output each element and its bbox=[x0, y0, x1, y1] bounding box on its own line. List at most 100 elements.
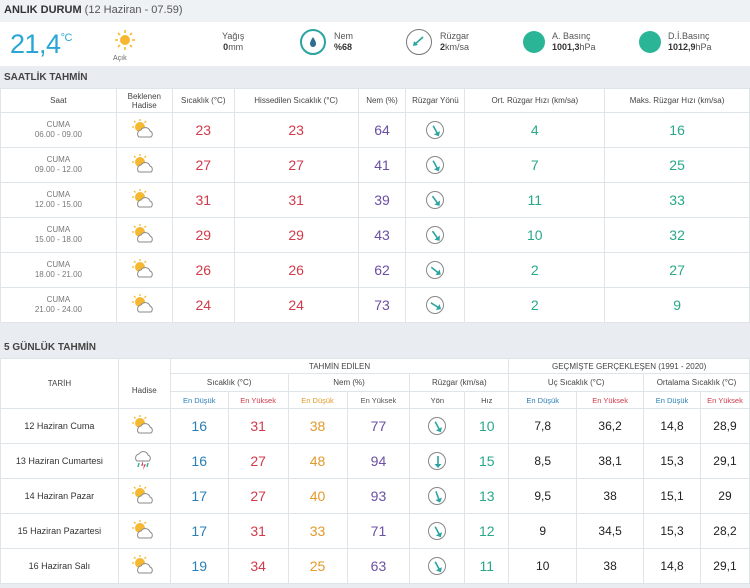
sub-temp-high: En Yüksek bbox=[227, 391, 289, 409]
wind-arrow-icon bbox=[426, 156, 445, 174]
pressure: A. Basınç 1001,3hPa bbox=[552, 31, 596, 52]
daily-group-forecast: TAHMİN EDİLEN bbox=[169, 358, 510, 374]
hourly-max-wind: 25 bbox=[604, 147, 750, 183]
hourly-time: CUMA 09.00 - 12.00 bbox=[0, 147, 117, 183]
hourly-feels: 26 bbox=[233, 252, 359, 288]
partly-cloudy-icon bbox=[132, 414, 154, 433]
daily-col-temp: Sıcaklık (°C) bbox=[169, 373, 289, 392]
daily-hum-low: 25 bbox=[287, 548, 348, 584]
daily-wind-speed: 11 bbox=[464, 548, 510, 584]
hourly-wind-dir bbox=[405, 112, 466, 148]
wind-arrow-icon bbox=[426, 226, 445, 244]
hourly-wind-dir bbox=[405, 217, 466, 253]
daily-ext-high: 38 bbox=[576, 478, 645, 514]
daily-event bbox=[117, 513, 171, 549]
wind-arrow-icon bbox=[426, 191, 445, 209]
hourly-col-feels: Hissedilen Sıcaklık (°C) bbox=[233, 88, 359, 113]
daily-row: 12 Haziran Cuma 16 31 38 77 10 7,8 36,2 14,8 28,9 bbox=[0, 408, 750, 444]
hourly-row: CUMA 09.00 - 12.00 27 27 41 7 25 bbox=[0, 147, 750, 183]
daily-hum-high: 71 bbox=[346, 513, 411, 549]
daily-avg-high: 28,9 bbox=[699, 408, 750, 444]
daily-row: 14 Haziran Pazar 17 27 40 93 13 9,5 38 15,1 29 bbox=[0, 478, 750, 514]
current-header: ANLIK DURUM (12 Haziran - 07.59) bbox=[0, 0, 750, 22]
sub-temp-low: En Düşük bbox=[169, 391, 229, 409]
pressure-icon bbox=[523, 31, 545, 53]
daily-temp-low: 16 bbox=[169, 443, 229, 479]
hourly-feels: 23 bbox=[233, 112, 359, 148]
daily-hum-low: 40 bbox=[287, 478, 348, 514]
hourly-avg-wind: 2 bbox=[464, 287, 606, 323]
daily-temp-high: 27 bbox=[227, 478, 289, 514]
daily-date: 13 Haziran Cumartesi bbox=[0, 443, 119, 479]
daily-avg-high: 29,1 bbox=[699, 548, 750, 584]
hourly-temp: 26 bbox=[171, 252, 235, 288]
daily-hum-high: 77 bbox=[346, 408, 411, 444]
daily-row: 16 Haziran Salı 19 34 25 63 11 10 38 14,8 29,1 bbox=[0, 548, 750, 584]
daily-event bbox=[117, 478, 171, 514]
hourly-row: CUMA 18.00 - 21.00 26 26 62 2 27 bbox=[0, 252, 750, 288]
daily-ext-high: 38 bbox=[576, 548, 645, 584]
hourly-row: CUMA 06.00 - 09.00 23 23 64 4 16 bbox=[0, 112, 750, 148]
partly-cloudy-icon bbox=[132, 293, 154, 312]
daily-avg-low: 15,3 bbox=[643, 443, 701, 479]
wind-arrow-icon bbox=[428, 452, 447, 470]
current-panel: 21,4°C Açık Yağış 0mm Nem %68 Rüzgar 2km… bbox=[0, 22, 750, 66]
sun-icon bbox=[115, 30, 135, 50]
current-timestamp: (12 Haziran - 07.59) bbox=[84, 4, 183, 16]
daily-temp-high: 27 bbox=[227, 443, 289, 479]
daily-col-humidity: Nem (%) bbox=[287, 373, 411, 392]
daily-row: 15 Haziran Pazartesi 17 31 33 71 12 9 34,5 15,3 2… bbox=[0, 513, 750, 549]
daily-ext-low: 9,5 bbox=[508, 478, 578, 514]
hourly-avg-wind: 10 bbox=[464, 217, 606, 253]
hourly-wind-dir bbox=[405, 147, 466, 183]
daily-avg-high: 28,2 bbox=[699, 513, 750, 549]
daily-col-date: TARİH bbox=[0, 358, 119, 409]
hourly-humidity: 64 bbox=[357, 112, 407, 148]
partly-cloudy-icon bbox=[132, 153, 154, 172]
hourly-feels: 29 bbox=[233, 217, 359, 253]
daily-event bbox=[117, 443, 171, 479]
daily-ext-low: 9 bbox=[508, 513, 578, 549]
daily-date: 12 Haziran Cuma bbox=[0, 408, 119, 444]
hourly-table: Saat Beklenen Hadise Sıcaklık (°C) Hisse… bbox=[0, 88, 750, 323]
hourly-avg-wind: 11 bbox=[464, 182, 606, 218]
daily-date: 14 Haziran Pazar bbox=[0, 478, 119, 514]
wind-arrow-icon bbox=[426, 121, 445, 139]
daily-temp-low: 19 bbox=[169, 548, 229, 584]
hourly-feels: 27 bbox=[233, 147, 359, 183]
hourly-event bbox=[115, 182, 173, 218]
hourly-feels: 24 bbox=[233, 287, 359, 323]
wind-arrow-icon bbox=[428, 417, 447, 435]
daily-temp-high: 34 bbox=[227, 548, 289, 584]
daily-date: 16 Haziran Salı bbox=[0, 548, 119, 584]
hourly-col-humidity: Nem (%) bbox=[357, 88, 407, 113]
daily-col-extreme: Uç Sıcaklık (°C) bbox=[508, 373, 645, 392]
partly-cloudy-icon bbox=[132, 554, 154, 573]
hourly-temp: 31 bbox=[171, 182, 235, 218]
partly-cloudy-icon bbox=[132, 258, 154, 277]
hourly-wind-dir bbox=[405, 182, 466, 218]
precipitation: Yağış 0mm bbox=[222, 31, 245, 52]
current-title: ANLIK DURUM bbox=[4, 4, 82, 16]
daily-hum-high: 63 bbox=[346, 548, 411, 584]
daily-ext-low: 10 bbox=[508, 548, 578, 584]
wind-arrow-icon bbox=[426, 261, 445, 279]
partly-cloudy-icon bbox=[132, 519, 154, 538]
hourly-col-wind-dir: Rüzgar Yönü bbox=[405, 88, 466, 113]
daily-hum-low: 48 bbox=[287, 443, 348, 479]
hourly-event bbox=[115, 287, 173, 323]
daily-wind-speed: 10 bbox=[464, 408, 510, 444]
hourly-max-wind: 33 bbox=[604, 182, 750, 218]
hourly-event bbox=[115, 217, 173, 253]
hourly-avg-wind: 2 bbox=[464, 252, 606, 288]
daily-group-past: GEÇMİŞTE GERÇEKLEŞEN (1991 - 2020) bbox=[508, 358, 750, 374]
hourly-humidity: 73 bbox=[357, 287, 407, 323]
daily-avg-low: 14,8 bbox=[643, 408, 701, 444]
humidity-icon bbox=[300, 29, 326, 55]
daily-col-event: Hadise bbox=[117, 373, 171, 409]
sub-ext-high: En Yüksek bbox=[576, 391, 645, 409]
daily-avg-low: 15,3 bbox=[643, 513, 701, 549]
sub-avg-low: En Düşük bbox=[643, 391, 701, 409]
hourly-col-avg-wind: Ort. Rüzgar Hızı (km/sa) bbox=[464, 88, 606, 113]
hourly-max-wind: 9 bbox=[604, 287, 750, 323]
